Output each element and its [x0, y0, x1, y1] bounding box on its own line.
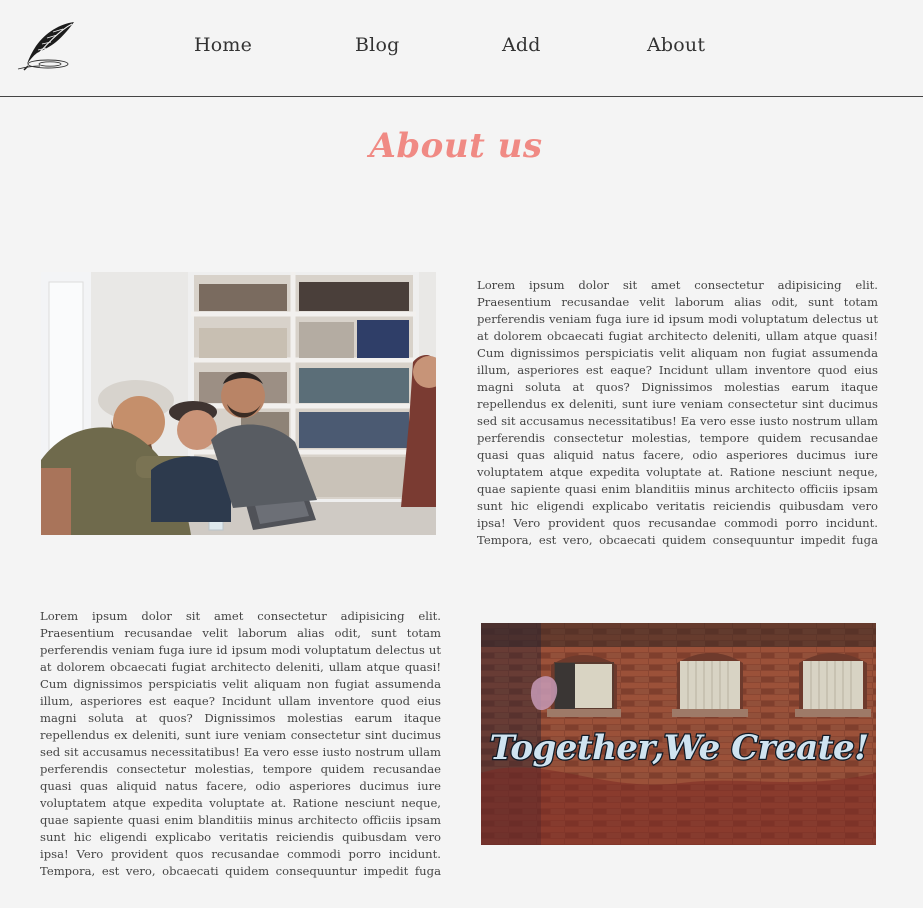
quill-pen-icon[interactable] — [16, 20, 76, 72]
graffiti-wall-image: Together,We Create! — [481, 623, 876, 845]
nav-about-link[interactable]: About — [647, 34, 705, 56]
page-title: About us — [369, 126, 543, 166]
nav-blog-link[interactable]: Blog — [355, 34, 399, 56]
about-paragraph-second: Lorem ipsum dolor sit amet consectetur a… — [40, 609, 441, 878]
svg-text:Together,We Create!: Together,We Create! — [489, 728, 868, 768]
team-photo-image — [41, 272, 436, 535]
about-paragraph-first: Lorem ipsum dolor sit amet consectetur a… — [477, 278, 878, 547]
nav-home-link[interactable]: Home — [194, 34, 252, 56]
nav-add-link[interactable]: Add — [502, 34, 541, 56]
site-header: Home Blog Add About — [0, 0, 923, 97]
